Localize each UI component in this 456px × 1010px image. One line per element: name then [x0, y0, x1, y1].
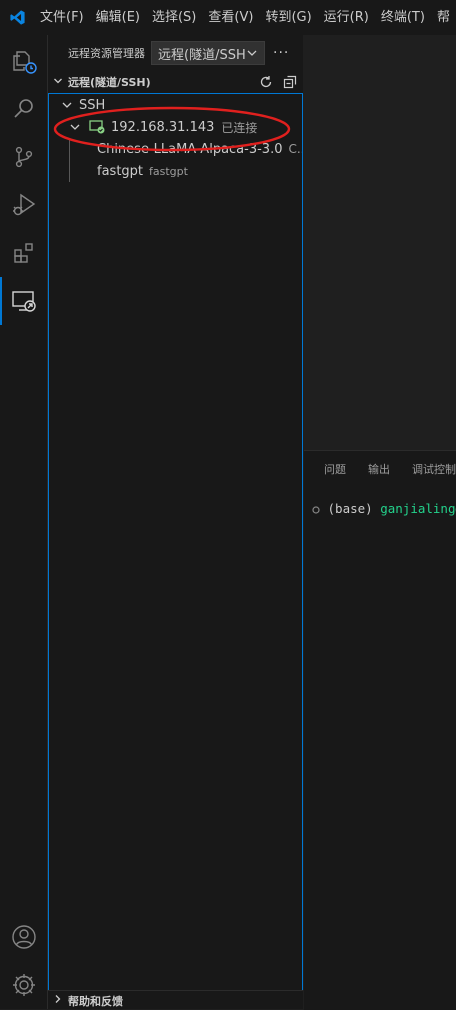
settings-gear-icon[interactable]	[0, 961, 47, 1009]
section-title: 远程(隧道/SSH)	[68, 76, 151, 89]
section-help-feedback[interactable]: 帮助和反馈	[48, 990, 303, 1010]
explorer-icon[interactable]	[0, 37, 47, 85]
editor-area	[304, 35, 456, 449]
terminal-line[interactable]: (base) ganjialing@g	[312, 501, 456, 516]
menu-go[interactable]: 转到(G)	[259, 0, 317, 35]
menu-run[interactable]: 运行(R)	[318, 0, 375, 35]
search-icon[interactable]	[0, 85, 47, 133]
sidebar-title: 远程资源管理器	[68, 47, 145, 60]
annotation-ellipse	[53, 106, 291, 152]
remote-tree: SSH 192.168.31.143 已连接 Chinese-LLaMA-Alp…	[48, 93, 303, 991]
menu-help[interactable]: 帮	[431, 0, 456, 35]
terminal-prefix: (base)	[327, 501, 373, 516]
menu-bar: 文件(F) 编辑(E) 选择(S) 查看(V) 转到(G) 运行(R) 终端(T…	[0, 0, 456, 35]
remote-explorer-icon[interactable]	[0, 277, 47, 325]
tab-output[interactable]: 输出	[368, 461, 390, 477]
activity-bar	[0, 35, 48, 1009]
sidebar-header: 远程资源管理器 远程(隧道/SSH ···	[48, 35, 303, 71]
menu-terminal[interactable]: 终端(T)	[375, 0, 431, 35]
menu-view[interactable]: 查看(V)	[202, 0, 259, 35]
folder-name: fastgpt	[97, 163, 144, 179]
vscode-logo-icon	[0, 0, 34, 35]
bottom-panel: 问题 输出 调试控制 (base) ganjialing@g	[304, 450, 456, 1010]
run-debug-icon[interactable]	[0, 181, 47, 229]
tab-debug-console[interactable]: 调试控制	[412, 461, 456, 477]
remote-type-value: 远程(隧道/SSH	[158, 47, 246, 63]
menu-file[interactable]: 文件(F)	[34, 0, 90, 35]
refresh-icon[interactable]	[259, 75, 273, 89]
chevron-down-icon	[247, 50, 257, 56]
source-control-icon[interactable]	[0, 133, 47, 181]
account-icon[interactable]	[0, 913, 47, 961]
extensions-icon[interactable]	[0, 229, 47, 277]
remote-type-dropdown[interactable]: 远程(隧道/SSH	[151, 41, 265, 65]
folder-detail: fastgpt	[149, 164, 188, 178]
tree-folder-row[interactable]: fastgpt fastgpt	[97, 160, 188, 182]
panel-tabs: 问题 输出 调试控制	[304, 451, 456, 486]
chevron-down-icon	[48, 76, 68, 89]
collapse-all-icon[interactable]	[283, 75, 297, 89]
more-actions-icon[interactable]: ···	[273, 45, 289, 61]
remote-explorer-sidebar: 远程资源管理器 远程(隧道/SSH ··· 远程(隧道/SSH) SSH 192…	[48, 35, 303, 1009]
section-remote-tunnels-ssh[interactable]: 远程(隧道/SSH)	[48, 71, 303, 93]
menu-selection[interactable]: 选择(S)	[146, 0, 202, 35]
terminal-user: ganjialing@g	[380, 501, 456, 516]
tab-problems[interactable]: 问题	[324, 461, 346, 477]
help-section-title: 帮助和反馈	[68, 994, 123, 1008]
terminal-command-circle-icon	[312, 505, 320, 514]
menu-edit[interactable]: 编辑(E)	[90, 0, 146, 35]
chevron-right-icon	[48, 994, 68, 1007]
